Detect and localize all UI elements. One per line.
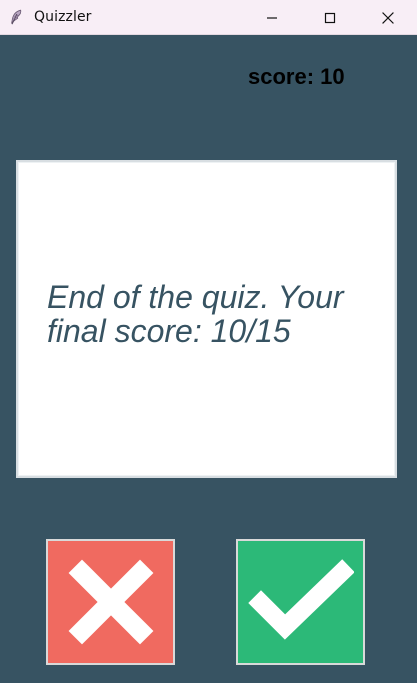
- close-icon: [382, 11, 394, 24]
- minimize-button[interactable]: [243, 0, 301, 35]
- window-controls: [243, 0, 417, 35]
- window-title: Quizzler: [34, 9, 92, 25]
- quizzler-window: Quizzler score: 10 End of the quiz. Your…: [0, 0, 417, 683]
- maximize-button[interactable]: [301, 0, 359, 35]
- feather-icon: [8, 9, 24, 25]
- false-button[interactable]: [46, 539, 175, 665]
- question-text: End of the quiz. Your final score: 10/15: [47, 279, 344, 349]
- close-button[interactable]: [359, 0, 417, 35]
- x-icon: [65, 556, 157, 648]
- score-label: score: 10: [248, 64, 345, 89]
- minimize-icon: [266, 12, 278, 24]
- maximize-icon: [324, 12, 336, 24]
- title-bar[interactable]: Quizzler: [0, 0, 417, 35]
- check-icon: [247, 559, 354, 645]
- question-card: End of the quiz. Your final score: 10/15: [16, 160, 397, 478]
- true-button[interactable]: [236, 539, 365, 665]
